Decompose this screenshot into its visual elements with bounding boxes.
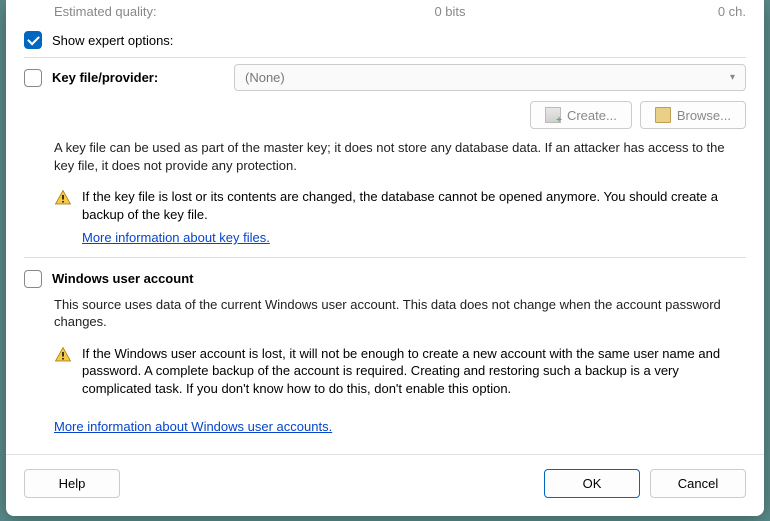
estimated-quality-chars: 0 ch.	[676, 4, 746, 19]
keyfile-more-info-link[interactable]: More information about key files.	[82, 229, 270, 247]
cancel-button[interactable]: Cancel	[650, 469, 746, 498]
chevron-down-icon: ▾	[730, 72, 735, 83]
estimated-quality-row: Estimated quality: 0 bits 0 ch.	[24, 0, 746, 25]
windows-account-more-info-link[interactable]: More information about Windows user acco…	[54, 419, 332, 434]
keyfile-dropdown[interactable]: (None) ▾	[234, 64, 746, 91]
create-keyfile-button[interactable]: Create...	[530, 101, 632, 129]
keyfile-warning: If the key file is lost or its contents …	[24, 184, 746, 255]
help-button[interactable]: Help	[24, 469, 120, 498]
keyfile-warning-text: If the key file is lost or its contents …	[82, 188, 746, 247]
warning-icon	[54, 346, 72, 364]
keyfile-row: Key file/provider: (None) ▾	[24, 64, 746, 91]
browse-keyfile-button[interactable]: Browse...	[640, 101, 746, 129]
expert-options-label: Show expert options:	[52, 33, 173, 48]
create-file-icon	[545, 107, 561, 123]
keyfile-dropdown-value: (None)	[245, 70, 285, 85]
windows-account-checkbox[interactable]	[24, 270, 42, 288]
browse-button-label: Browse...	[677, 108, 731, 123]
keyfile-label: Key file/provider:	[52, 70, 222, 85]
ok-button[interactable]: OK	[544, 469, 640, 498]
windows-account-label: Windows user account	[52, 271, 193, 286]
folder-icon	[655, 107, 671, 123]
windows-account-description: This source uses data of the current Win…	[24, 294, 746, 341]
keyfile-button-row: Create... Browse...	[24, 91, 746, 137]
keyfile-description: A key file can be used as part of the ma…	[24, 137, 746, 184]
estimated-quality-label: Estimated quality:	[24, 4, 224, 19]
windows-account-warning: If the Windows user account is lost, it …	[24, 341, 746, 406]
warning-icon	[54, 189, 72, 207]
dialog-footer: Help OK Cancel	[6, 454, 764, 516]
divider	[24, 257, 746, 258]
expert-options-checkbox[interactable]	[24, 31, 42, 49]
windows-account-warning-text: If the Windows user account is lost, it …	[82, 345, 746, 398]
divider	[24, 57, 746, 58]
estimated-quality-value: 0 bits	[224, 4, 676, 19]
master-key-dialog: Estimated quality: 0 bits 0 ch. Show exp…	[6, 0, 764, 516]
windows-account-row[interactable]: Windows user account	[24, 264, 746, 294]
expert-options-row[interactable]: Show expert options:	[24, 25, 746, 55]
keyfile-checkbox[interactable]	[24, 69, 42, 87]
create-button-label: Create...	[567, 108, 617, 123]
